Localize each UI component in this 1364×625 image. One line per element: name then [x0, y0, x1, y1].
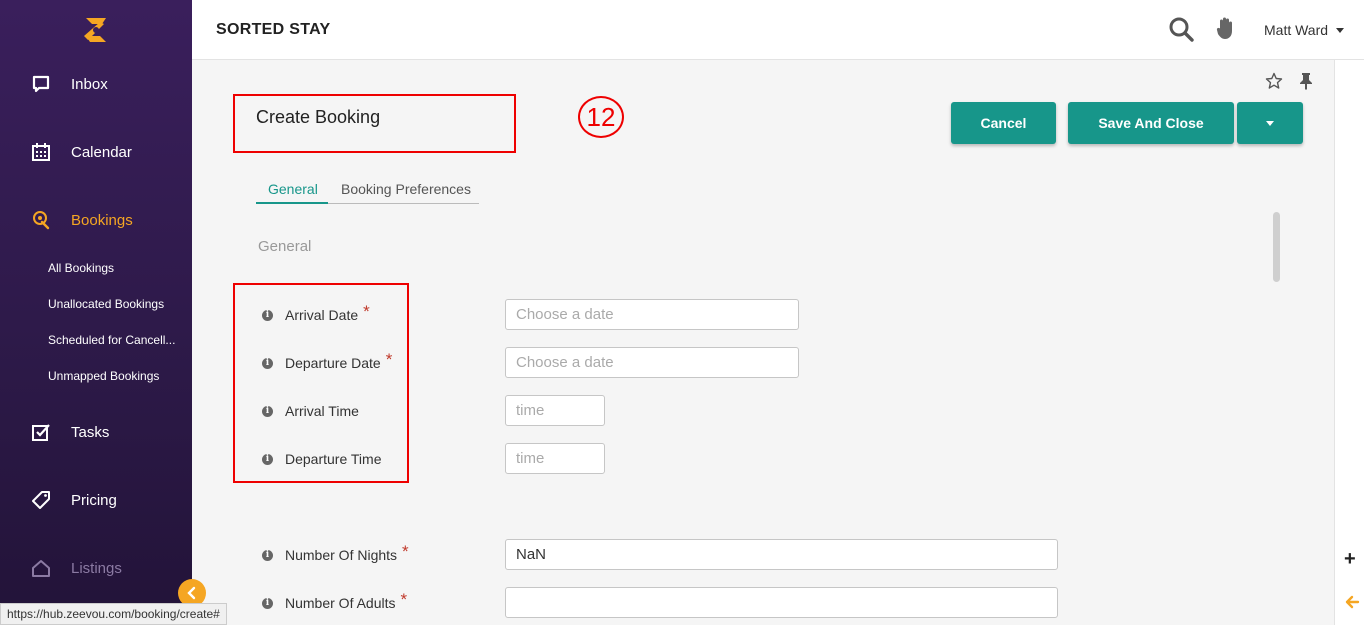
info-icon[interactable]: i: [262, 549, 273, 561]
status-bar-url: https://hub.zeevou.com/booking/create#: [0, 603, 227, 625]
caret-down-icon: [1336, 27, 1345, 33]
page-title: Create Booking: [256, 107, 381, 127]
tab-bar: General Booking Preferences: [256, 178, 479, 204]
active-tab-indicator: [256, 202, 328, 204]
app-title: SORTED STAY: [216, 21, 331, 38]
scrollbar-thumb[interactable]: [1273, 212, 1280, 282]
save-options-dropdown-button[interactable]: [1237, 102, 1303, 144]
required-marker: *: [402, 542, 409, 561]
star-icon[interactable]: [1265, 72, 1283, 90]
sidebar: Inbox Calendar Bookings All Bookings Una…: [0, 0, 192, 625]
field-arrival-date: i Arrival Date *: [262, 302, 370, 325]
zeevou-logo[interactable]: [80, 14, 112, 46]
info-icon[interactable]: i: [262, 453, 273, 465]
sidebar-item-calendar[interactable]: Calendar: [0, 134, 192, 170]
user-menu[interactable]: Matt Ward: [1264, 22, 1345, 38]
sidebar-item-tasks[interactable]: Tasks: [0, 414, 192, 450]
save-and-close-button[interactable]: Save And Close: [1068, 102, 1234, 144]
info-icon[interactable]: i: [262, 357, 273, 369]
departure-date-input[interactable]: [505, 347, 799, 378]
tag-icon: [31, 490, 51, 510]
info-icon[interactable]: i: [262, 309, 273, 321]
info-icon[interactable]: i: [262, 597, 273, 609]
sidebar-item-pricing[interactable]: Pricing: [0, 482, 192, 518]
tasks-icon: [31, 422, 51, 442]
field-departure-time: i Departure Time: [262, 449, 381, 469]
number-of-nights-input[interactable]: [505, 539, 1058, 570]
sidebar-subitem-unmapped-bookings[interactable]: Unmapped Bookings: [48, 369, 178, 383]
caret-down-icon: [1266, 120, 1274, 126]
arrival-date-input[interactable]: [505, 299, 799, 330]
sidebar-subitem-scheduled-cancellation[interactable]: Scheduled for Cancell...: [48, 333, 178, 347]
field-label: Arrival Time: [285, 403, 359, 419]
arrival-time-input[interactable]: [505, 395, 605, 426]
sidebar-item-inbox[interactable]: Inbox: [0, 66, 192, 102]
arrow-left-icon[interactable]: [1344, 594, 1360, 610]
sidebar-item-listings[interactable]: Listings: [0, 550, 192, 586]
inbox-icon: [31, 74, 51, 94]
cancel-button[interactable]: Cancel: [951, 102, 1056, 144]
sidebar-item-label: Calendar: [71, 143, 132, 161]
home-icon: [31, 558, 51, 578]
pin-icon[interactable]: [1298, 72, 1314, 90]
sidebar-item-label: Pricing: [71, 491, 117, 509]
field-label: Number Of Adults: [285, 595, 396, 611]
sidebar-subitem-unallocated-bookings[interactable]: Unallocated Bookings: [48, 297, 178, 311]
sidebar-item-bookings[interactable]: Bookings: [0, 202, 192, 238]
calendar-icon: [31, 142, 51, 162]
bookings-icon: [31, 210, 51, 230]
tab-booking-preferences[interactable]: Booking Preferences: [341, 181, 471, 204]
main-content: Create Booking 12 Cancel Save And Close …: [192, 60, 1334, 625]
plus-icon[interactable]: +: [1344, 548, 1356, 571]
info-icon[interactable]: i: [262, 405, 273, 417]
sidebar-item-label: Tasks: [71, 423, 110, 441]
top-header: SORTED STAY Matt Ward: [192, 0, 1364, 60]
chevron-left-icon: [187, 586, 196, 600]
sidebar-item-label: Inbox: [71, 75, 108, 93]
field-number-of-adults: i Number Of Adults *: [262, 590, 408, 613]
required-marker: *: [400, 590, 408, 609]
number-of-adults-input[interactable]: [505, 587, 1058, 618]
sidebar-subitem-all-bookings[interactable]: All Bookings: [48, 261, 178, 275]
field-label: Departure Time: [285, 451, 382, 467]
field-label: Number Of Nights: [285, 547, 398, 563]
user-name: Matt Ward: [1264, 22, 1329, 38]
hand-icon[interactable]: [1214, 16, 1236, 40]
field-arrival-time: i Arrival Time: [262, 401, 359, 421]
field-label: Departure Date: [285, 355, 381, 371]
section-heading: General: [258, 238, 312, 255]
right-rail: +: [1334, 60, 1364, 625]
required-marker: *: [385, 350, 393, 369]
sidebar-item-label: Listings: [71, 559, 122, 577]
tab-general[interactable]: General: [268, 181, 318, 204]
required-marker: *: [363, 302, 370, 321]
field-departure-date: i Departure Date *: [262, 350, 393, 373]
sidebar-item-label: Bookings: [71, 211, 133, 229]
search-icon[interactable]: [1168, 16, 1194, 42]
step-number-badge: 12: [578, 96, 624, 138]
field-label: Arrival Date: [285, 307, 359, 323]
departure-time-input[interactable]: [505, 443, 605, 474]
field-number-of-nights: i Number Of Nights *: [262, 542, 409, 565]
